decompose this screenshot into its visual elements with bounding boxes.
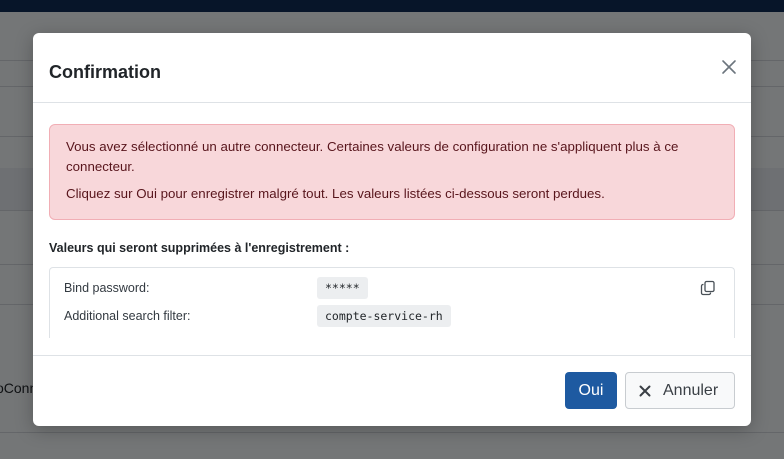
value-key: Bind password:: [64, 281, 150, 295]
cancel-button-label: Annuler: [663, 382, 719, 399]
alert-message-line1: Vous avez sélectionné un autre connecteu…: [66, 139, 679, 174]
close-icon: [639, 385, 651, 397]
copy-button[interactable]: [700, 280, 716, 296]
value-row-search-filter: Additional search filter: compte-service…: [64, 305, 724, 329]
close-button[interactable]: [719, 57, 739, 77]
removed-values-heading: Valeurs qui seront supprimées à l'enregi…: [49, 241, 350, 255]
cancel-button[interactable]: Annuler: [625, 372, 735, 409]
value-row-bind-password: Bind password: *****: [64, 277, 724, 301]
alert-message-line2: Cliquez sur Oui pour enregistrer malgré …: [66, 186, 605, 201]
value-code: compte-service-rh: [317, 305, 451, 327]
value-code: *****: [317, 277, 368, 299]
dialog-footer: Oui Annuler: [33, 355, 751, 426]
confirm-button[interactable]: Oui: [565, 372, 617, 409]
value-key: Additional search filter:: [64, 309, 191, 323]
dialog-title: Confirmation: [49, 62, 161, 82]
removed-values-panel: Bind password: ***** Additional search f…: [49, 267, 735, 338]
copy-icon: [700, 280, 715, 296]
warning-alert: Vous avez sélectionné un autre connecteu…: [49, 124, 735, 220]
close-icon: [722, 60, 736, 74]
confirmation-dialog: Confirmation Vous avez sélectionné un au…: [33, 33, 751, 426]
dialog-body: Vous avez sélectionné un autre connecteu…: [33, 103, 751, 355]
dialog-header: Confirmation: [33, 33, 751, 103]
